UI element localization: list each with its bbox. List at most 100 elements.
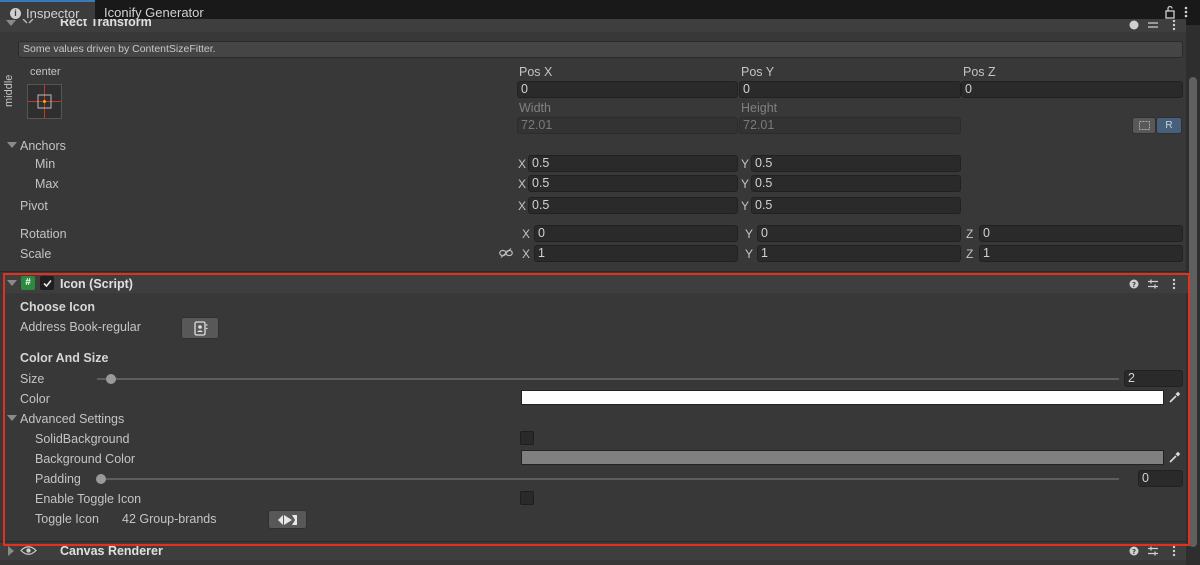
- size-slider-track[interactable]: [97, 378, 1119, 380]
- min-x-axis-label: X: [518, 157, 527, 171]
- lock-icon[interactable]: [1165, 5, 1175, 19]
- toggle-icon-name: 42 Group-brands: [122, 512, 217, 526]
- pos-x-label: Pos X: [519, 65, 553, 79]
- rot-z-axis-label: Z: [966, 227, 974, 241]
- enable-toggle-icon-checkbox[interactable]: [520, 491, 534, 505]
- size-value-field[interactable]: 2: [1124, 370, 1183, 387]
- scale-y-field[interactable]: 1: [757, 245, 961, 262]
- size-slider-knob[interactable]: [106, 374, 117, 384]
- height-label: Height: [741, 101, 778, 115]
- canvas-renderer-header-icons[interactable]: ?: [1128, 545, 1188, 559]
- script-hash-icon: #: [21, 276, 35, 290]
- anchors-label[interactable]: Anchors: [20, 139, 66, 153]
- section-divider: [0, 541, 1186, 542]
- rot-y-axis-label: Y: [745, 227, 754, 241]
- pos-y-label: Pos Y: [741, 65, 775, 79]
- scale-x-axis-label: X: [522, 247, 531, 261]
- pos-z-field[interactable]: 0: [961, 81, 1183, 98]
- padding-slider-knob[interactable]: [96, 474, 106, 484]
- anchor-max-x-field[interactable]: 0.5: [528, 175, 738, 192]
- choose-icon-header: Choose Icon: [20, 300, 96, 314]
- rect-transform-header[interactable]: Rect Transform: [0, 19, 1186, 32]
- icon-script-foldout-icon[interactable]: [7, 280, 17, 286]
- eyedropper-icon[interactable]: [1168, 451, 1181, 464]
- solid-background-checkbox[interactable]: [520, 431, 534, 445]
- blueprint-mode-button[interactable]: [1132, 117, 1156, 134]
- eyedropper-icon[interactable]: [1168, 391, 1181, 404]
- anchor-preset-v-label: middle: [3, 74, 15, 107]
- icon-script-header-icons[interactable]: ?: [1128, 277, 1188, 291]
- vertical-scrollbar[interactable]: [1186, 25, 1200, 565]
- pivot-y-axis-label: Y: [741, 199, 750, 213]
- checkmark-icon: [43, 279, 52, 288]
- rect-transform-title: Rect Transform: [60, 19, 152, 29]
- pivot-x-axis-label: X: [518, 199, 527, 213]
- rotation-label: Rotation: [20, 227, 67, 241]
- background-color-swatch[interactable]: [521, 450, 1164, 465]
- scale-z-axis-label: Z: [966, 247, 974, 261]
- rect-transform-icon: [22, 19, 34, 24]
- rot-x-axis-label: X: [522, 227, 531, 241]
- choose-toggle-icon-button[interactable]: [268, 510, 307, 529]
- pivot-label: Pivot: [20, 199, 48, 213]
- advanced-settings-label[interactable]: Advanced Settings: [20, 412, 124, 426]
- pivot-y-field[interactable]: 0.5: [751, 197, 961, 214]
- anchor-min-x-field[interactable]: 0.5: [528, 155, 738, 172]
- solid-background-label: SolidBackground: [35, 432, 130, 446]
- svg-text:?: ?: [1132, 281, 1136, 289]
- choose-icon-button[interactable]: [181, 317, 219, 339]
- section-divider: [0, 271, 1186, 272]
- raw-edit-button[interactable]: R: [1156, 117, 1182, 134]
- scrollbar-thumb[interactable]: [1189, 77, 1197, 547]
- pivot-x-field[interactable]: 0.5: [528, 197, 738, 214]
- anchors-foldout-arrow-icon[interactable]: [7, 142, 17, 148]
- max-x-axis-label: X: [518, 177, 527, 191]
- scale-y-axis-label: Y: [745, 247, 754, 261]
- pos-x-field[interactable]: 0: [517, 81, 738, 98]
- constrain-proportions-icon[interactable]: [499, 248, 513, 258]
- eye-icon: [20, 546, 37, 555]
- highlight-box: [3, 273, 1190, 546]
- anchor-min-y-field[interactable]: 0.5: [751, 155, 961, 172]
- anchor-preset-button[interactable]: [27, 84, 62, 119]
- enable-toggle-icon-label: Enable Toggle Icon: [35, 492, 142, 506]
- icon-name-label: Address Book-regular: [20, 320, 141, 334]
- width-label: Width: [519, 101, 551, 115]
- color-size-header: Color And Size: [20, 351, 109, 365]
- rotation-x-field[interactable]: 0: [534, 225, 738, 242]
- info-icon: i: [10, 8, 21, 19]
- canvas-renderer-title: Canvas Renderer: [60, 544, 163, 558]
- pos-y-field[interactable]: 0: [739, 81, 961, 98]
- scale-label: Scale: [20, 247, 52, 261]
- scale-z-field[interactable]: 1: [979, 245, 1183, 262]
- canvas-renderer-header[interactable]: [0, 543, 1186, 560]
- group-brands-icon: [278, 515, 297, 525]
- padding-value-field[interactable]: 0: [1138, 470, 1183, 487]
- rotation-y-field[interactable]: 0: [757, 225, 961, 242]
- pos-z-label: Pos Z: [963, 65, 996, 79]
- more-options-icon[interactable]: [1183, 4, 1189, 20]
- advanced-settings-foldout-icon[interactable]: [7, 415, 17, 421]
- anchor-min-label: Min: [35, 157, 56, 171]
- padding-slider-track[interactable]: [97, 478, 1119, 480]
- tab-iconify-label: Iconify Generator: [104, 5, 204, 20]
- icon-script-title: Icon (Script): [60, 277, 133, 291]
- color-field-swatch[interactable]: [521, 390, 1164, 405]
- icon-script-header[interactable]: [5, 275, 1188, 293]
- max-y-axis-label: Y: [741, 177, 750, 191]
- rotation-z-field[interactable]: 0: [979, 225, 1183, 242]
- anchor-preset-icon: [28, 85, 61, 118]
- address-book-icon: [194, 321, 208, 336]
- width-field: 72.01: [517, 117, 738, 134]
- blueprint-icon: [1139, 121, 1150, 130]
- canvas-renderer-foldout-icon[interactable]: [8, 546, 14, 556]
- scale-x-field[interactable]: 1: [534, 245, 738, 262]
- padding-label: Padding: [35, 472, 81, 486]
- icon-script-enabled-checkbox[interactable]: [40, 276, 54, 290]
- anchor-max-label: Max: [35, 177, 59, 191]
- svg-text:?: ?: [1132, 548, 1136, 556]
- anchor-max-y-field[interactable]: 0.5: [751, 175, 961, 192]
- min-y-axis-label: Y: [741, 157, 750, 171]
- collapse-arrow-icon[interactable]: [6, 20, 16, 26]
- size-label: Size: [20, 372, 45, 386]
